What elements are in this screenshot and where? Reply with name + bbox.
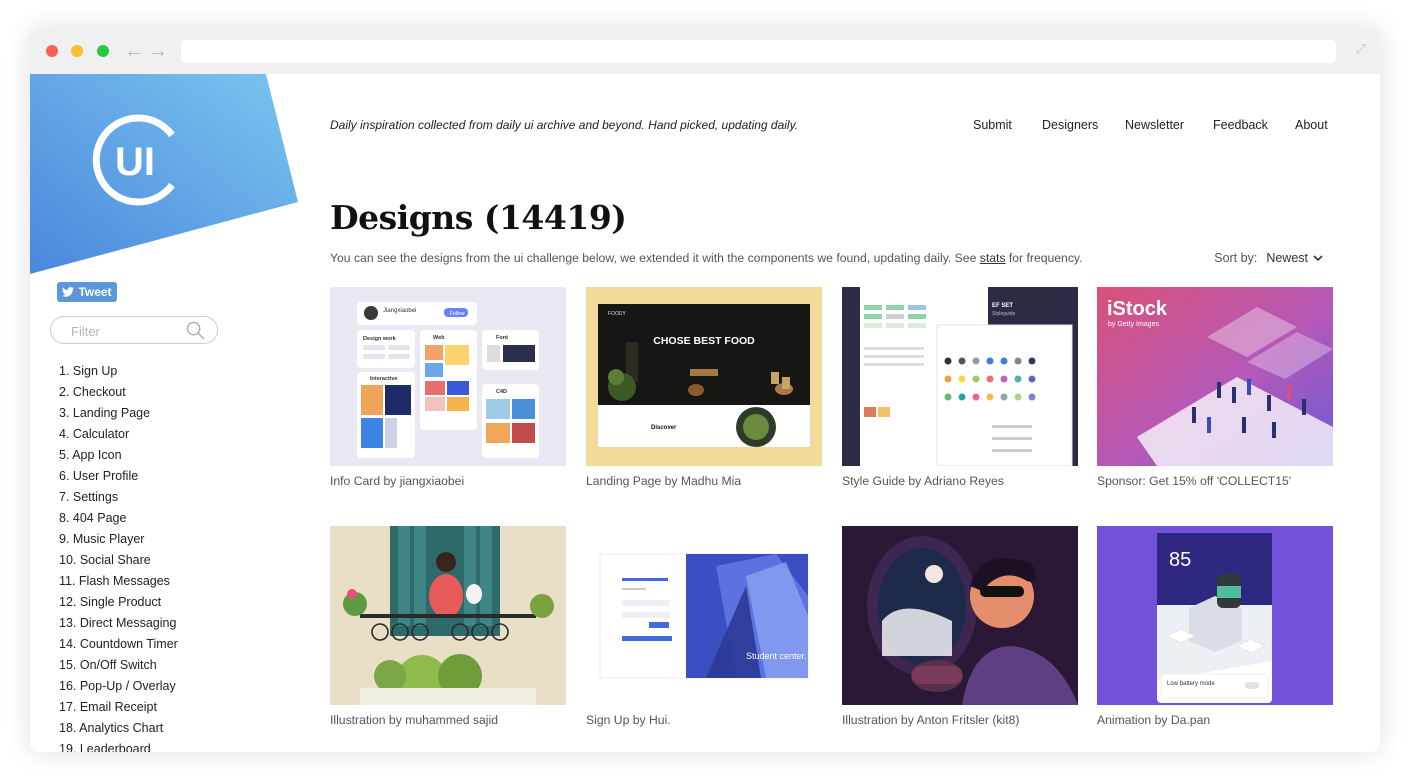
challenge-item[interactable]: 11. Flash Messages [59, 574, 178, 595]
card-caption: Animation by Da.pan [1097, 713, 1211, 727]
page-description: You can see the designs from the ui chal… [330, 251, 1083, 265]
logo-panel[interactable]: UI [30, 74, 300, 274]
forward-arrow-icon[interactable]: → [148, 38, 168, 64]
browser-window: ← → ⤢ UI Tweet Filter 1. Sign Up 2. Chec… [30, 28, 1380, 752]
design-thumbnail[interactable]: EF SET Styleguide [842, 287, 1078, 466]
chevron-down-icon [1313, 254, 1323, 261]
design-thumbnail[interactable]: Student center. [586, 526, 822, 705]
design-thumbnail[interactable]: iStock by Getty Images [1097, 287, 1333, 466]
svg-text:EF SET: EF SET [992, 303, 1013, 309]
svg-text:Interactive: Interactive [370, 376, 398, 382]
design-card[interactable]: iStock by Getty Images Sponsor: Get 15% … [1097, 287, 1333, 488]
svg-text:Styleguide: Styleguide [992, 311, 1016, 317]
back-arrow-icon[interactable]: ← [124, 38, 144, 64]
description-text-end: for frequency. [1005, 251, 1083, 265]
design-thumbnail[interactable] [330, 526, 566, 705]
challenge-item[interactable]: 12. Single Product [59, 595, 178, 616]
challenge-item[interactable]: 17. Email Receipt [59, 700, 178, 721]
filter-field [50, 316, 218, 344]
stats-link[interactable]: stats [980, 251, 1006, 265]
card-caption: Illustration by Anton Fritsler (kit8) [842, 713, 1020, 727]
challenge-list: 1. Sign Up 2. Checkout 3. Landing Page 4. C… [59, 364, 178, 752]
challenge-item[interactable]: 5. App Icon [59, 448, 178, 469]
svg-text:85: 85 [1169, 549, 1191, 571]
challenge-item[interactable]: 2. Checkout [59, 385, 178, 406]
svg-text:Low battery mode: Low battery mode [1167, 681, 1215, 687]
challenge-item[interactable]: 9. Music Player [59, 532, 178, 553]
design-card[interactable]: 85 Low battery mode Animation by Da.pan [1097, 526, 1333, 727]
challenge-item[interactable]: 6. User Profile [59, 469, 178, 490]
design-thumbnail[interactable] [842, 526, 1078, 705]
card-caption: Illustration by muhammed sajid [330, 713, 498, 727]
svg-text:Web: Web [433, 335, 445, 341]
design-card[interactable]: EF SET Styleguide Style Guide by Adriano… [842, 287, 1078, 488]
nav-submit[interactable]: Submit [973, 118, 1012, 132]
challenge-item[interactable]: 18. Analytics Chart [59, 721, 178, 742]
address-bar[interactable] [181, 40, 1336, 63]
sort-control: Sort by: Newest [1214, 251, 1323, 265]
design-card[interactable]: Illustration by muhammed sajid [330, 526, 566, 727]
card-caption: Landing Page by Madhu Mia [586, 474, 742, 488]
challenge-item[interactable]: 16. Pop-Up / Overlay [59, 679, 178, 700]
design-card[interactable]: Illustration by Anton Fritsler (kit8) [842, 526, 1078, 727]
svg-text:iStock: iStock [1107, 298, 1168, 320]
nav-feedback[interactable]: Feedback [1213, 118, 1268, 132]
svg-text:FOODY: FOODY [608, 311, 626, 317]
svg-text:Follow: Follow [450, 311, 465, 317]
minimize-window-button[interactable] [71, 45, 83, 57]
challenge-item[interactable]: 3. Landing Page [59, 406, 178, 427]
page-title: Designs (14419) [330, 198, 627, 237]
browser-titlebar: ← → ⤢ [30, 28, 1380, 74]
close-window-button[interactable] [46, 45, 58, 57]
challenge-item[interactable]: 13. Direct Messaging [59, 616, 178, 637]
tweet-label: Tweet [78, 285, 112, 299]
description-text: You can see the designs from the ui chal… [330, 251, 980, 265]
logo-text: UI [115, 140, 155, 184]
svg-text:Student center.: Student center. [746, 651, 807, 661]
svg-text:Design work: Design work [363, 336, 397, 342]
filter-input[interactable] [69, 321, 183, 341]
design-card[interactable]: FOODY CHOSE BEST FOOD Discover Landing P… [586, 287, 822, 488]
challenge-item[interactable]: 14. Countdown Timer [59, 637, 178, 658]
challenge-item[interactable]: 4. Calculator [59, 427, 178, 448]
challenge-item[interactable]: 8. 404 Page [59, 511, 178, 532]
card-caption: Style Guide by Adriano Reyes [842, 474, 1004, 488]
svg-text:C4D: C4D [496, 389, 507, 395]
sort-dropdown[interactable]: Newest [1266, 251, 1323, 265]
svg-text:Discover: Discover [651, 425, 677, 431]
challenge-item[interactable]: 10. Social Share [59, 553, 178, 574]
card-caption: Sponsor: Get 15% off 'COLLECT15' [1097, 474, 1292, 488]
challenge-item[interactable]: 19. Leaderboard [59, 742, 178, 752]
nav-newsletter[interactable]: Newsletter [1125, 118, 1184, 132]
design-thumbnail[interactable]: Jiangxiaobei Follow Design work Web Inte… [330, 287, 566, 466]
svg-text:CHOSE BEST FOOD: CHOSE BEST FOOD [653, 335, 755, 347]
twitter-bird-icon [62, 287, 75, 297]
card-caption: Info Card by jiangxiaobei [330, 474, 465, 488]
maximize-window-button[interactable] [97, 45, 109, 57]
top-nav: Submit Designers Newsletter Feedback Abo… [30, 118, 1380, 138]
challenge-item[interactable]: 15. On/Off Switch [59, 658, 178, 679]
sort-label: Sort by: [1214, 251, 1258, 265]
sort-value: Newest [1266, 251, 1308, 265]
tweet-button[interactable]: Tweet [57, 282, 117, 302]
design-card[interactable]: Student center. Sign Up by Hui. [586, 526, 822, 727]
svg-text:Font: Font [496, 335, 508, 341]
fullscreen-icon[interactable]: ⤢ [1356, 41, 1366, 57]
design-thumbnail[interactable]: FOODY CHOSE BEST FOOD Discover [586, 287, 822, 466]
design-thumbnail[interactable]: 85 Low battery mode [1097, 526, 1333, 705]
challenge-item[interactable]: 7. Settings [59, 490, 178, 511]
page-content: UI Tweet 1. Sign Up2. Checkout3. Landing… [30, 74, 1380, 752]
design-card[interactable]: Jiangxiaobei Follow Design work Web Inte… [330, 287, 566, 488]
nav-about[interactable]: About [1295, 118, 1328, 132]
logo-banner: UI [30, 74, 298, 274]
card-caption: Sign Up by Hui. [586, 713, 671, 727]
search-icon[interactable] [186, 321, 205, 340]
nav-designers[interactable]: Designers [1042, 118, 1098, 132]
svg-text:Jiangxiaobei: Jiangxiaobei [383, 308, 416, 314]
challenge-item[interactable]: 1. Sign Up [59, 364, 178, 385]
svg-text:by Getty Images: by Getty Images [1108, 321, 1159, 328]
